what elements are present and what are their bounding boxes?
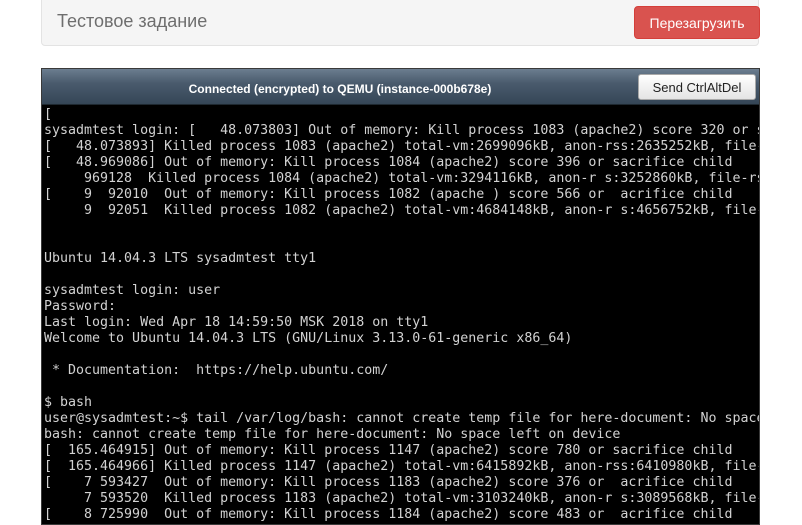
terminal-line: bash: cannot create temp file for here-d… xyxy=(44,427,621,442)
vnc-console[interactable]: Connected (encrypted) to QEMU (instance-… xyxy=(41,68,760,525)
reboot-button[interactable]: Перезагрузить xyxy=(634,6,760,39)
terminal-line: sysadmtest login: [ 48.073803] Out of me… xyxy=(44,123,759,138)
terminal-line: [ 48.073893] Killed process 1083 (apache… xyxy=(44,139,759,154)
send-ctrl-alt-del-button[interactable]: Send CtrlAltDel xyxy=(638,74,756,100)
terminal-line: [ 48.969086] Out of memory: Kill process… xyxy=(44,155,733,170)
terminal-line: Last login: Wed Apr 18 14:59:50 MSK 2018… xyxy=(44,315,429,330)
terminal-line: [ 9 92010 Out of memory: Kill process 10… xyxy=(44,187,733,202)
page-title: Тестовое задание xyxy=(57,11,208,31)
terminal-screen[interactable]: [sysadmtest login: [ 48.073803] Out of m… xyxy=(44,107,759,524)
terminal-line: * Documentation: https://help.ubuntu.com… xyxy=(44,363,389,378)
terminal-line: [ 165.464915] Out of memory: Kill proces… xyxy=(44,443,733,458)
terminal-line: 9 92051 Killed process 1082 (apache2) to… xyxy=(44,203,759,218)
terminal-line: [ xyxy=(44,107,53,122)
terminal-line: 969128 Killed process 1084 (apache2) tot… xyxy=(44,171,759,186)
terminal-line: Password: xyxy=(44,299,117,314)
terminal-line: $ bash xyxy=(44,395,93,410)
connection-status: Connected (encrypted) to QEMU (instance-… xyxy=(188,82,492,96)
terminal-line: [ 165.464966] Killed process 1147 (apach… xyxy=(44,459,759,474)
terminal-line: [ 8 725990 Out of memory: Kill process 1… xyxy=(44,507,733,522)
terminal-line: Ubuntu 14.04.3 LTS sysadmtest tty1 xyxy=(44,251,317,266)
terminal-line: Welcome to Ubuntu 14.04.3 LTS (GNU/Linux… xyxy=(44,331,573,346)
terminal-line: [ 7 593427 Out of memory: Kill process 1… xyxy=(44,475,733,490)
header-panel: Тестовое задание Перезагрузить xyxy=(41,0,760,46)
terminal-line: user@sysadmtest:~$ tail /var/log/bash: c… xyxy=(44,411,759,426)
console-status-bar: Connected (encrypted) to QEMU (instance-… xyxy=(42,69,759,105)
terminal-line: 7 593520 Killed process 1183 (apache2) t… xyxy=(44,491,759,506)
terminal-line: sysadmtest login: user xyxy=(44,283,221,298)
